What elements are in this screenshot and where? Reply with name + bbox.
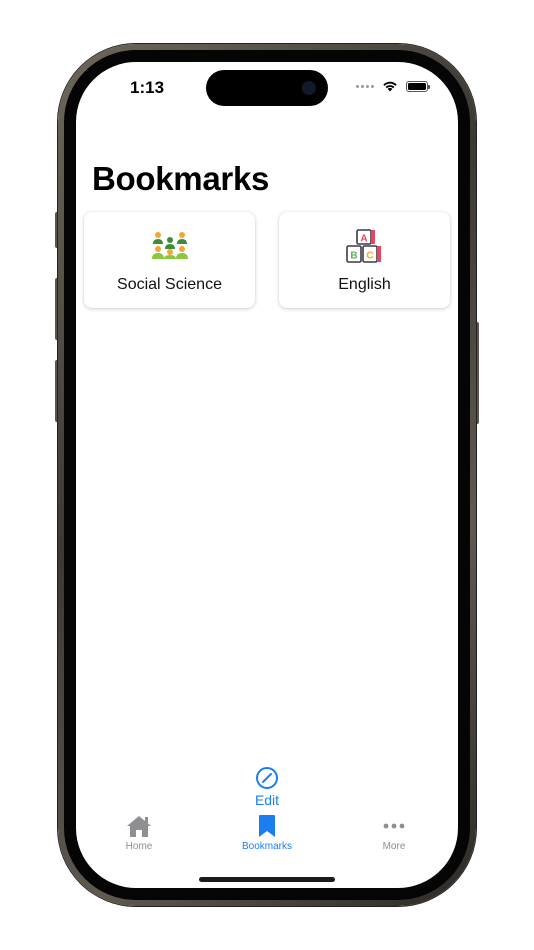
tab-bookmarks[interactable]: Bookmarks <box>222 814 312 852</box>
home-indicator[interactable] <box>199 877 335 882</box>
page-title: Bookmarks <box>92 160 270 197</box>
bookmark-label: English <box>338 276 391 293</box>
wifi-icon <box>383 81 397 92</box>
svg-text:B: B <box>350 251 357 262</box>
status-time: 1:13 <box>130 78 165 97</box>
tab-label: More <box>382 841 406 852</box>
battery-icon <box>406 80 430 92</box>
bookmark-icon <box>259 815 275 837</box>
bookmark-card-social-science[interactable]: Social Science <box>84 212 255 308</box>
tab-label: Bookmarks <box>241 841 292 852</box>
tab-home[interactable]: Home <box>94 814 184 852</box>
edit-label: Edit <box>254 792 280 808</box>
people-group-icon <box>151 232 188 259</box>
svg-text:A: A <box>360 234 367 245</box>
tab-bar: Home Bookmarks More <box>76 812 458 862</box>
edit-button[interactable]: Edit <box>242 766 292 808</box>
app-screen: 1:13 Bookmarks Social Science A B C Engl… <box>76 62 458 888</box>
edit-pencil-circle-icon <box>256 767 278 789</box>
bookmark-label: Social Science <box>117 276 222 293</box>
tab-more[interactable]: More <box>349 814 439 852</box>
status-indicators <box>356 80 430 92</box>
abc-blocks-icon: A B C <box>345 229 381 263</box>
front-camera <box>302 81 316 95</box>
tab-label: Home <box>125 841 153 852</box>
house-icon <box>127 816 151 837</box>
bookmark-card-english[interactable]: A B C English <box>279 212 450 308</box>
dynamic-island <box>206 70 328 106</box>
ellipsis-icon <box>383 823 405 829</box>
cellular-signal-icon <box>356 84 374 88</box>
screenshot-stage: 1:13 Bookmarks Social Science A B C Engl… <box>0 0 534 950</box>
svg-text:C: C <box>366 251 373 262</box>
